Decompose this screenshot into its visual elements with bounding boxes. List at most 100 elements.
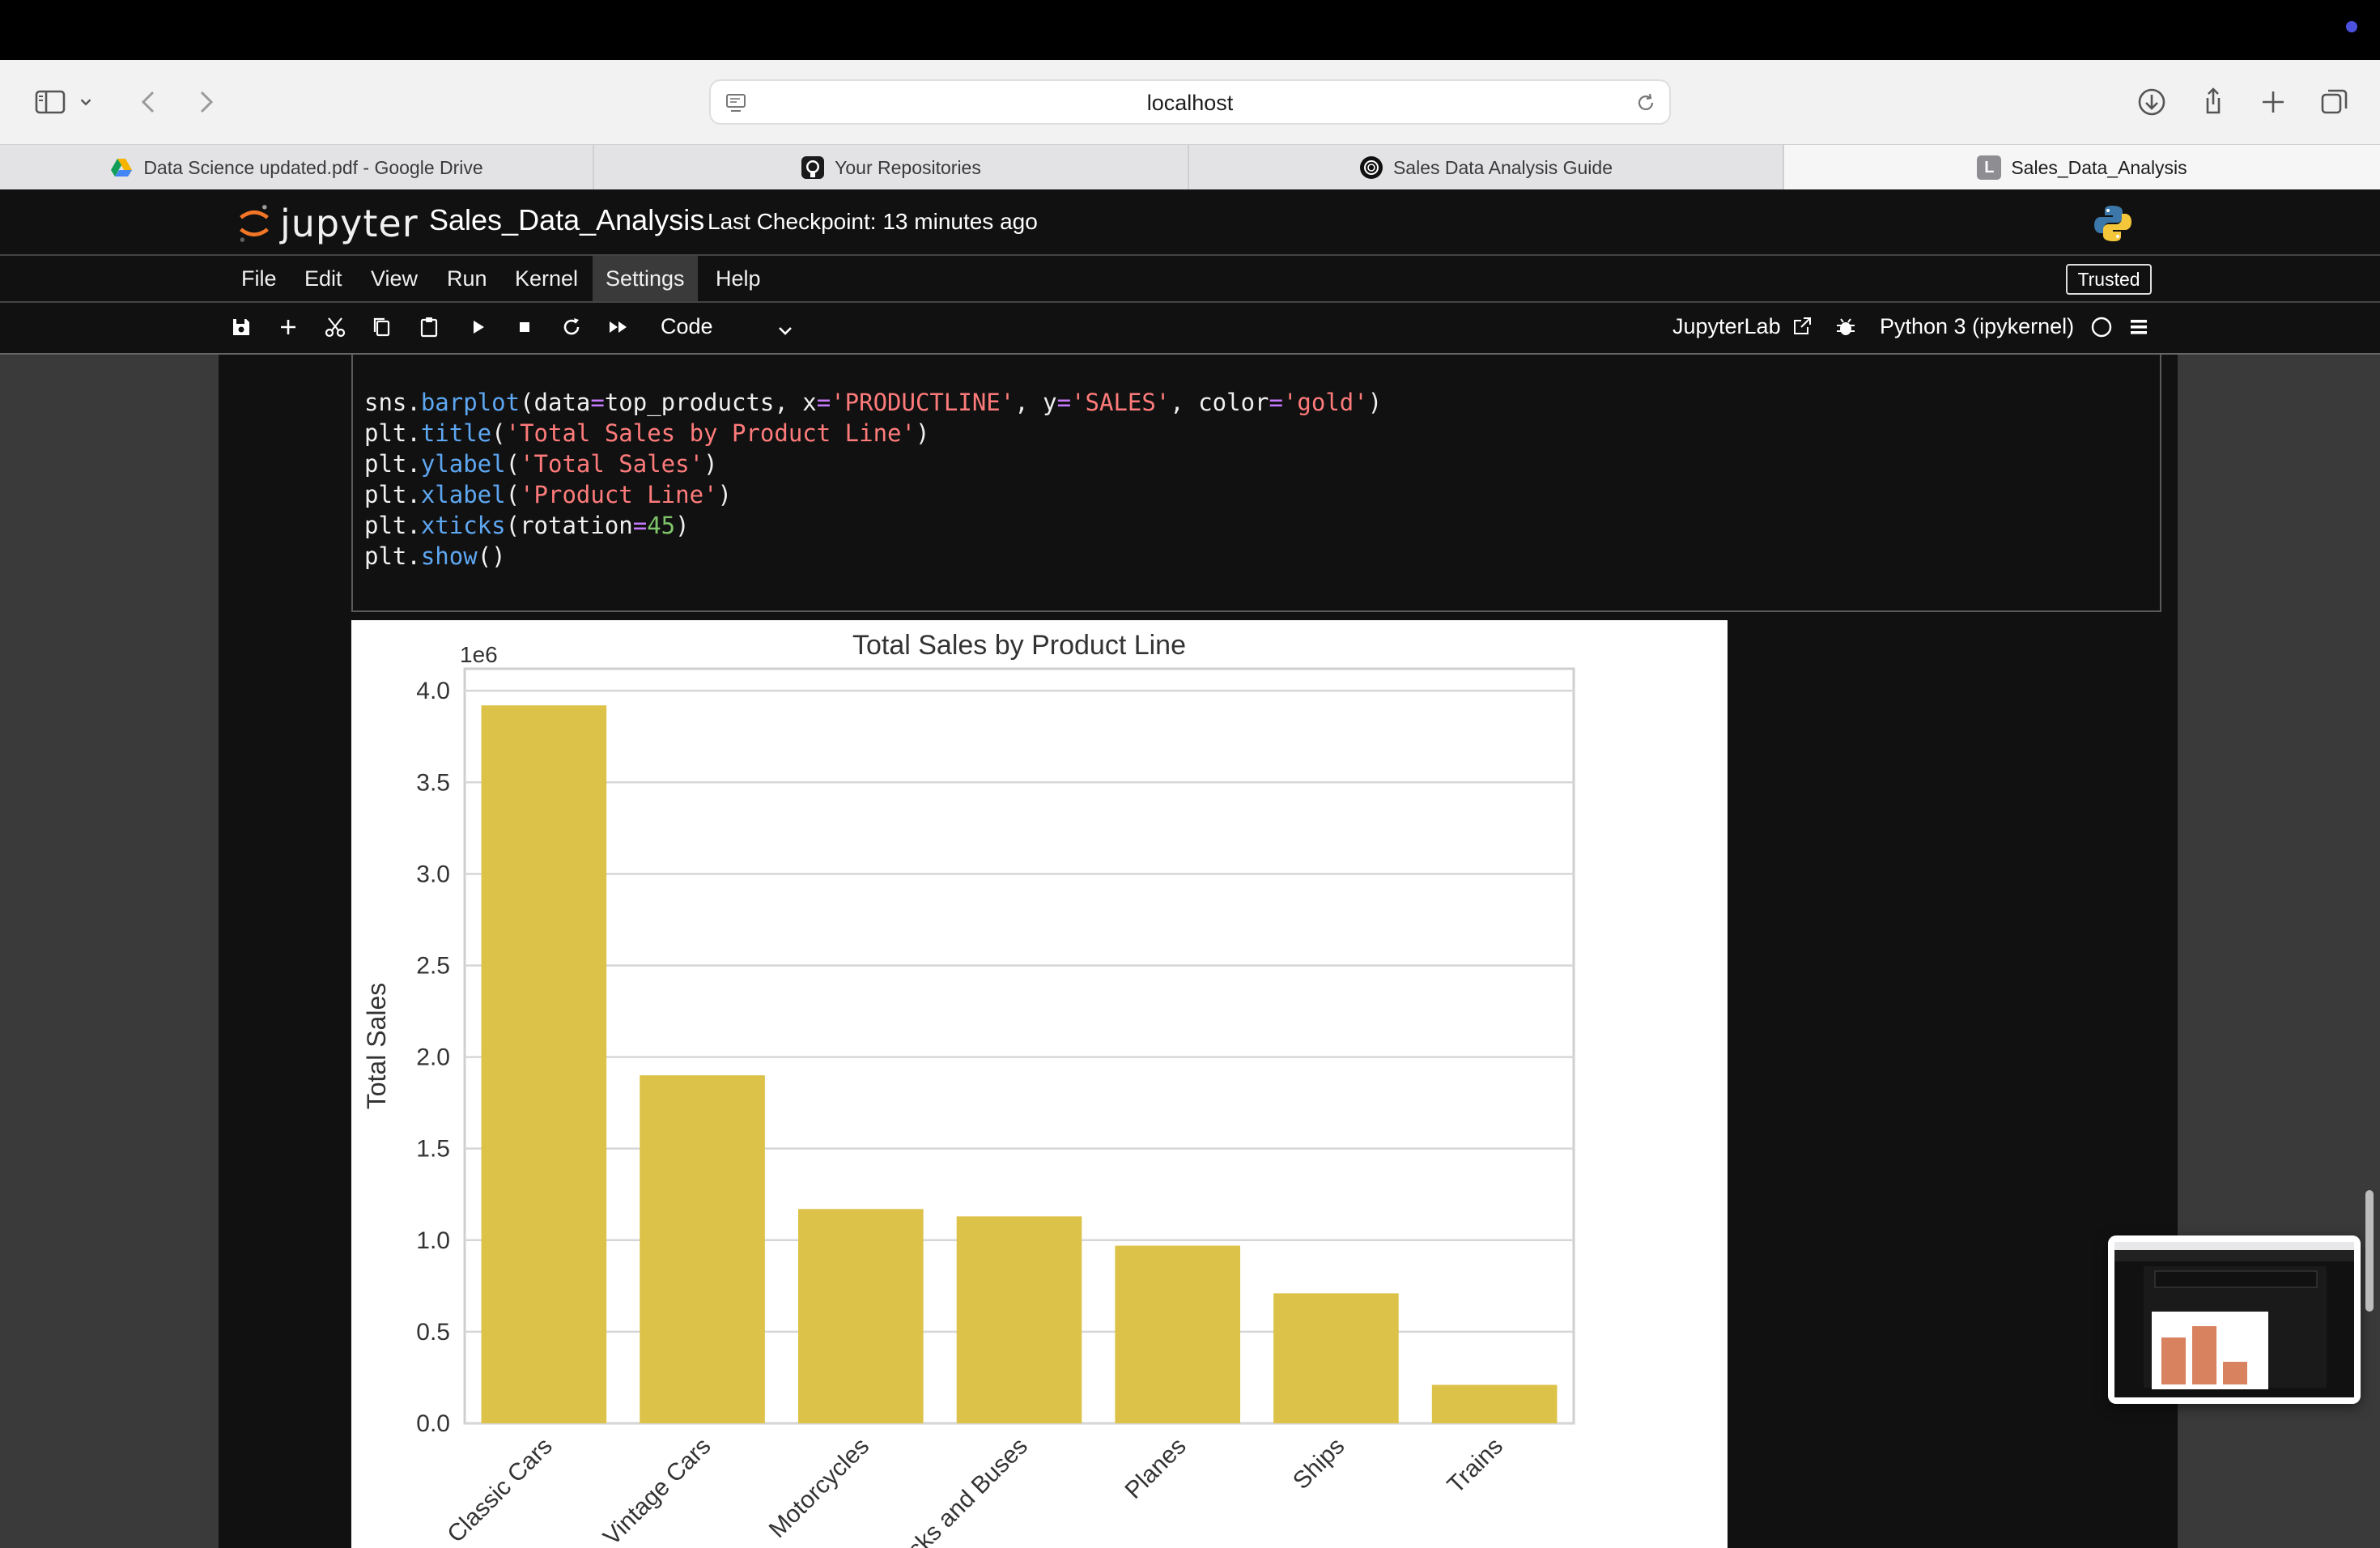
- browser-toolbar: localhost: [0, 60, 2380, 144]
- bar: [1431, 1384, 1558, 1423]
- open-jupyterlab-link[interactable]: JupyterLab: [1672, 314, 1813, 339]
- system-menubar: [0, 0, 2380, 60]
- code-line: plt.ylabel('Total Sales'): [364, 450, 718, 478]
- chart-title: Total Sales by Product Line: [852, 630, 1186, 661]
- y-tick-label: 2.0: [416, 1044, 450, 1071]
- x-tick-label: Ships: [1288, 1433, 1349, 1495]
- y-axis-label: Total Sales: [362, 983, 391, 1110]
- jupyter-logo-text: jupyter: [280, 202, 419, 245]
- notebook-title[interactable]: Sales_Data_Analysis: [429, 203, 704, 237]
- sidebar-menu-chevron-icon[interactable]: [76, 84, 96, 120]
- bar: [956, 1216, 1082, 1423]
- x-tick-label: Planes: [1120, 1433, 1191, 1504]
- scrollbar[interactable]: [2365, 1190, 2374, 1312]
- menu-help[interactable]: Help: [703, 256, 774, 301]
- run-cell-icon[interactable]: [463, 313, 492, 342]
- code-line: plt.xticks(rotation=45): [364, 512, 690, 539]
- x-tick-label: Vintage Cars: [598, 1433, 716, 1548]
- external-link-icon: [1794, 317, 1812, 334]
- sidebar-toggle-icon[interactable]: [32, 84, 68, 120]
- debugger-icon[interactable]: [1831, 313, 1860, 342]
- bar-chart: 0.0 0.5 1.0 1.5 2.0 2.5 3.0 3.5 4.0 Classic Cars…: [362, 630, 1575, 1548]
- y-tick-label: 0.5: [416, 1319, 450, 1346]
- y-tick-label: 0.0: [416, 1410, 450, 1437]
- menu-view[interactable]: View: [358, 256, 431, 301]
- code-line: sns.barplot(data=top_products, x='PRODUC…: [364, 389, 1383, 416]
- tab-github[interactable]: Your Repositories: [594, 145, 1189, 190]
- tab-label: Sales_Data_Analysis: [2011, 156, 2187, 178]
- x-tick-label: Trains: [1443, 1433, 1508, 1499]
- copy-icon[interactable]: [368, 313, 397, 342]
- add-cell-icon[interactable]: [274, 313, 303, 342]
- y-offset-label: 1e6: [460, 642, 498, 667]
- x-tick-label: Motorcycles: [764, 1433, 875, 1544]
- kernel-name[interactable]: Python 3 (ipykernel): [1880, 314, 2074, 339]
- tab-google-drive[interactable]: Data Science updated.pdf - Google Drive: [0, 145, 594, 190]
- new-tab-icon[interactable]: [2255, 84, 2291, 120]
- reload-icon[interactable]: [1634, 91, 1658, 115]
- notebook-toolbar: Code JupyterLab Python 3 (ipykernel): [0, 303, 2380, 355]
- cell-output-chart: 0.0 0.5 1.0 1.5 2.0 2.5 3.0 3.5 4.0 Classic Cars…: [351, 620, 1728, 1548]
- google-drive-icon: [109, 155, 134, 180]
- downloads-icon[interactable]: [2134, 84, 2170, 120]
- y-tick-labels: 0.0 0.5 1.0 1.5 2.0 2.5 3.0 3.5 4.0: [416, 678, 450, 1437]
- screenshot-thumbnail[interactable]: [2108, 1235, 2361, 1404]
- tab-jupyter[interactable]: L Sales_Data_Analysis: [1784, 145, 2380, 190]
- menu-file[interactable]: File: [228, 256, 290, 301]
- y-tick-label: 4.0: [416, 678, 450, 704]
- tab-label: Sales Data Analysis Guide: [1392, 156, 1613, 178]
- jupyterlab-link-label: JupyterLab: [1672, 314, 1781, 338]
- restart-run-all-icon[interactable]: [604, 313, 633, 342]
- jupyter-logo[interactable]: jupyter: [236, 201, 419, 246]
- tab-favicon-letter: L: [1984, 158, 1995, 176]
- bar: [797, 1209, 924, 1423]
- bar: [481, 705, 607, 1423]
- x-tick-labels: Classic Cars Vintage Cars Motorcycles Truck…: [442, 1433, 1508, 1548]
- menu-run[interactable]: Run: [434, 256, 500, 301]
- jupyter-logo-icon: [240, 205, 269, 242]
- menu-edit[interactable]: Edit: [291, 256, 355, 301]
- trusted-badge[interactable]: Trusted: [2066, 264, 2152, 295]
- tab-bar: Data Science updated.pdf - Google Drive …: [0, 144, 2380, 190]
- chevron-down-icon[interactable]: [776, 321, 795, 340]
- y-tick-label: 3.5: [416, 769, 450, 796]
- tab-label: Your Repositories: [835, 156, 981, 178]
- bar: [1273, 1293, 1399, 1423]
- sidebar-menu-icon[interactable]: [2124, 313, 2153, 342]
- tab-label: Data Science updated.pdf - Google Drive: [143, 156, 483, 178]
- openai-icon: [1359, 155, 1383, 180]
- github-icon: [801, 155, 825, 180]
- python-logo-icon: [2094, 206, 2131, 241]
- cell-type-select[interactable]: Code: [661, 314, 713, 339]
- menu-settings[interactable]: Settings: [593, 256, 698, 301]
- code-line: plt.show(): [364, 542, 506, 570]
- paste-icon[interactable]: [414, 313, 444, 342]
- kernel-status-idle-icon: [2087, 313, 2116, 342]
- address-bar[interactable]: localhost: [709, 79, 1671, 125]
- restart-kernel-icon[interactable]: [557, 313, 586, 342]
- save-icon[interactable]: [227, 313, 256, 342]
- code-cell-editor[interactable]: sns.barplot(data=top_products, x='PRODUC…: [351, 355, 2161, 612]
- tab-chatgpt[interactable]: Sales Data Analysis Guide: [1189, 145, 1784, 190]
- jupyter-menubar: File Edit View Run Kernel Settings Help …: [0, 256, 2380, 303]
- y-tick-label: 1.5: [416, 1136, 450, 1163]
- y-tick-label: 3.0: [416, 861, 450, 887]
- thumbnail-preview: [2114, 1242, 2354, 1397]
- tab-overview-icon[interactable]: [2317, 84, 2352, 120]
- checkpoint-status: Last Checkpoint: 13 minutes ago: [708, 209, 1038, 234]
- y-tick-label: 1.0: [416, 1227, 450, 1254]
- bar: [640, 1075, 765, 1423]
- status-dot-icon: [2346, 21, 2357, 32]
- url-text: localhost: [1146, 91, 1234, 115]
- menu-kernel[interactable]: Kernel: [502, 256, 591, 301]
- y-tick-label: 2.5: [416, 952, 450, 979]
- code-line: plt.title('Total Sales by Product Line'): [364, 419, 930, 447]
- cut-icon[interactable]: [321, 313, 350, 342]
- share-icon[interactable]: [2195, 84, 2231, 120]
- x-tick-label: Classic Cars: [442, 1433, 557, 1548]
- interrupt-kernel-icon[interactable]: [510, 313, 539, 342]
- back-icon[interactable]: [131, 84, 167, 120]
- forward-icon[interactable]: [188, 84, 223, 120]
- x-tick-label: Trucks and Buses: [878, 1433, 1033, 1548]
- code-line: plt.xlabel('Product Line'): [364, 481, 732, 508]
